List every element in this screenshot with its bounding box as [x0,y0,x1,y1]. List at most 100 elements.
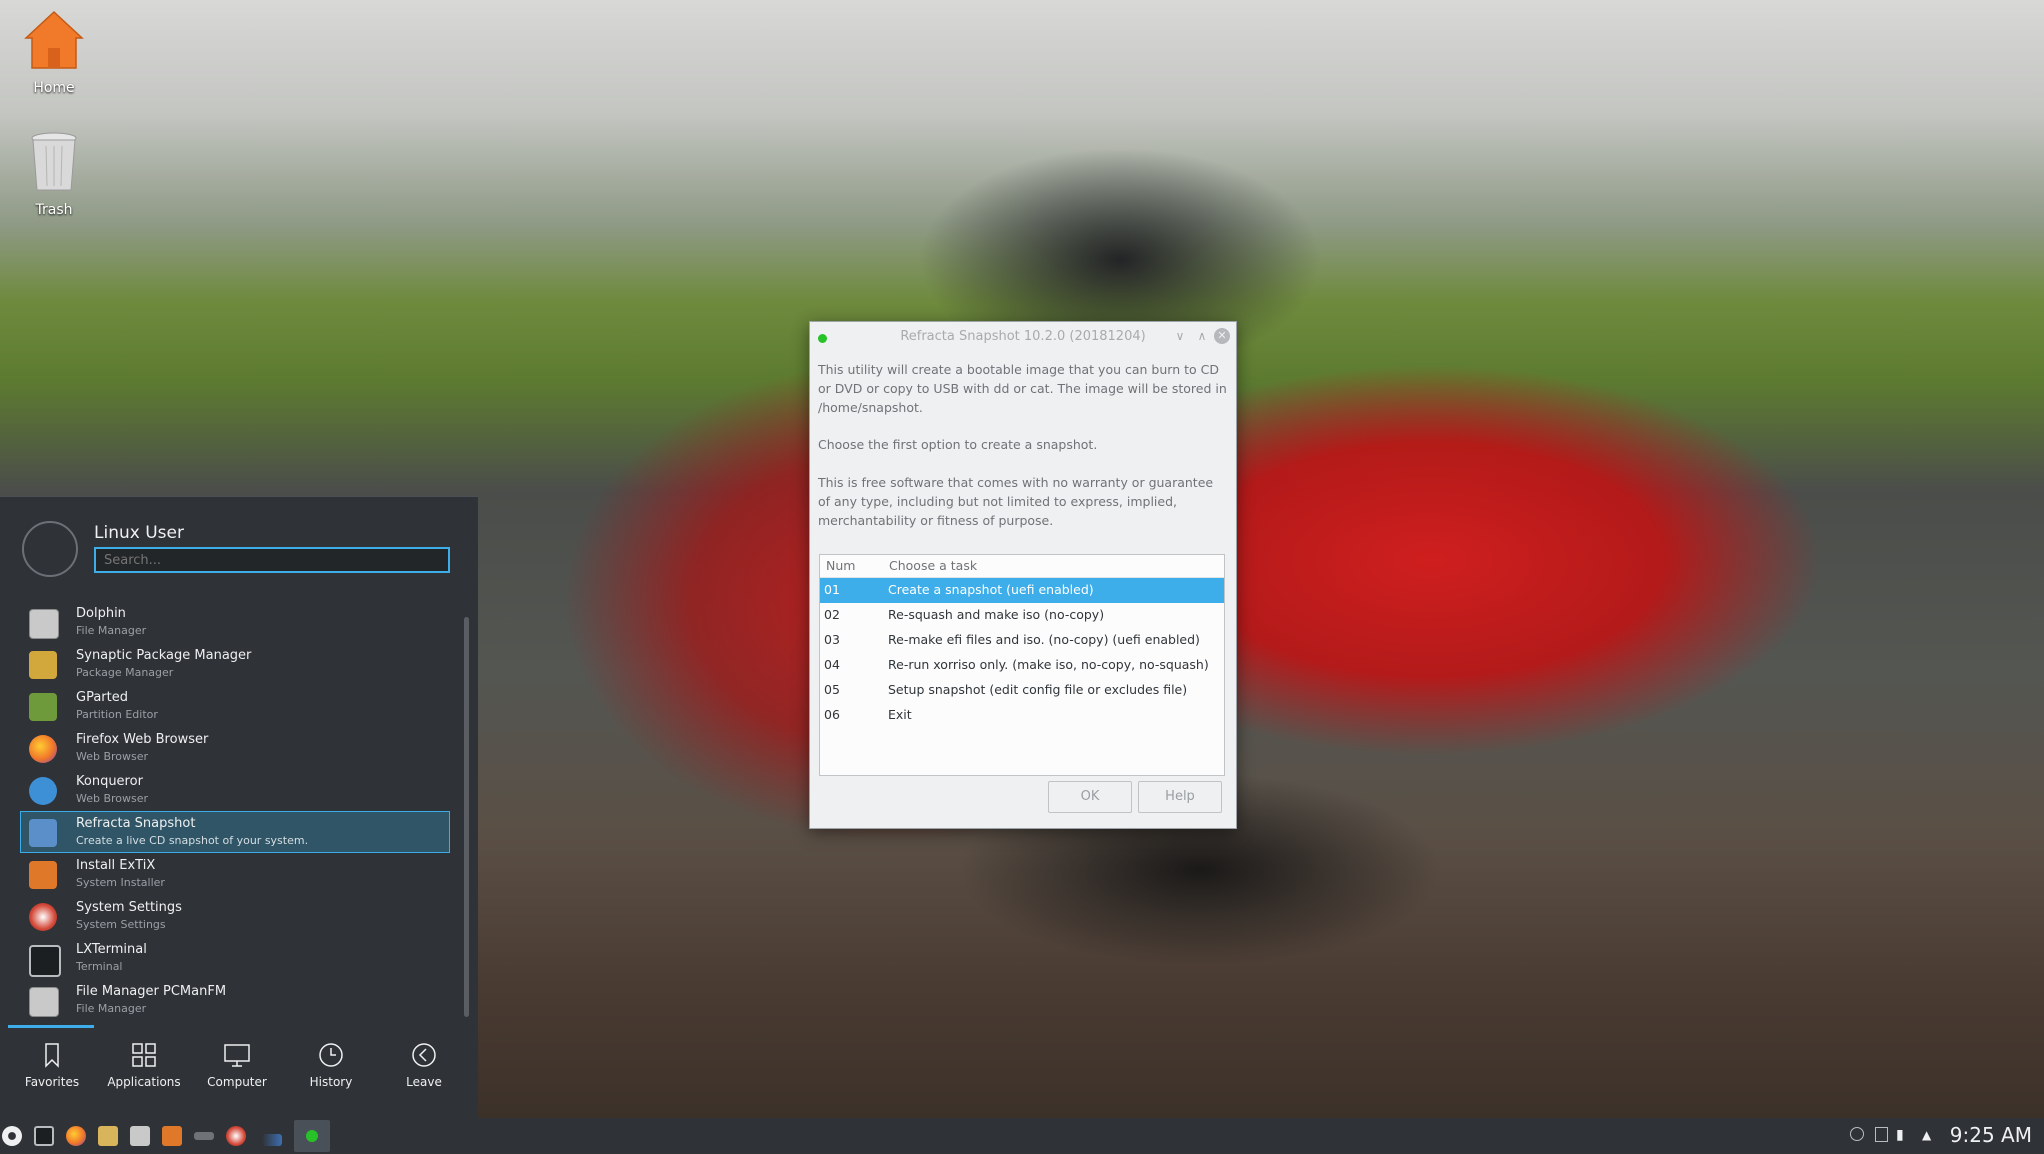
tab-applications[interactable]: Applications [98,1041,190,1089]
trash-icon [4,130,104,198]
app-item-pcmanfm[interactable]: File Manager PCManFM File Manager [20,979,450,1021]
app-item-system-settings[interactable]: System Settings System Settings [20,895,450,937]
app-item-dolphin[interactable]: Dolphin File Manager [20,601,450,643]
minimize-button[interactable]: ∨ [1172,328,1188,344]
volume-tray-icon[interactable]: ▮ [1896,1127,1912,1143]
back-arrow-icon [412,1043,436,1067]
app-item-konqueror[interactable]: Konqueror Web Browser [20,769,450,811]
app-name: System Settings [76,900,182,915]
row-task: Re-make efi files and iso. (no-copy) (ue… [888,632,1200,647]
monitor-icon [224,1044,250,1067]
synaptic-icon [29,651,57,679]
intro-text: This utility will create a bootable imag… [818,362,1227,415]
pcmanfm-icon [29,987,59,1017]
clock-icon [319,1043,343,1067]
column-header-task[interactable]: Choose a task [889,558,977,573]
row-num: 04 [824,657,840,672]
table-row[interactable]: 04 Re-run xorriso only. (make iso, no-co… [820,653,1224,678]
refracta-task-icon[interactable] [294,1120,330,1152]
table-row[interactable]: 01 Create a snapshot (uefi enabled) [820,578,1224,603]
tab-label: Applications [107,1075,181,1089]
app-name: Dolphin [76,606,126,621]
row-task: Re-squash and make iso (no-copy) [888,607,1105,622]
folder-icon[interactable] [98,1126,118,1146]
row-num: 03 [824,632,840,647]
desktop-icon-home[interactable]: Home [4,8,104,96]
app-list-scrollbar[interactable] [464,617,469,1017]
network-monitor-icon[interactable] [262,1134,282,1146]
dialog-titlebar[interactable]: Refracta Snapshot 10.2.0 (20181204) ∨ ∧ … [810,322,1236,350]
installer-icon[interactable] [162,1126,182,1146]
active-tab-indicator [8,1025,94,1028]
app-item-gparted[interactable]: GParted Partition Editor [20,685,450,727]
row-task: Re-run xorriso only. (make iso, no-copy,… [888,657,1209,672]
tab-computer[interactable]: Computer [191,1041,283,1089]
settings-icon [29,903,57,931]
row-task: Create a snapshot (uefi enabled) [888,582,1094,597]
dolphin-icon [29,609,59,639]
app-name: GParted [76,690,128,705]
app-name: Synaptic Package Manager [76,648,252,663]
license-text: This is free software that comes with no… [818,475,1214,528]
help-button[interactable]: Help [1138,781,1222,813]
refracta-snapshot-dialog: Refracta Snapshot 10.2.0 (20181204) ∨ ∧ … [809,321,1237,829]
user-tray-icon[interactable] [1850,1127,1864,1141]
taskbar: ▮ ▲ 9:25 AM [0,1118,2044,1154]
app-name: Firefox Web Browser [76,732,209,747]
table-row[interactable]: 06 Exit [820,703,1224,728]
tab-label: Computer [207,1075,267,1089]
row-task: Setup snapshot (edit config file or excl… [888,682,1188,697]
app-item-lxterminal[interactable]: LXTerminal Terminal [20,937,450,979]
app-desc: File Manager [76,1002,147,1015]
terminal-icon[interactable] [34,1126,54,1146]
app-desc: Terminal [76,960,123,973]
app-name: Konqueror [76,774,143,789]
table-row[interactable]: 02 Re-squash and make iso (no-copy) [820,603,1224,628]
row-num: 06 [824,707,840,722]
row-task: Exit [888,707,912,722]
refracta-task-dot [306,1130,318,1142]
row-num: 02 [824,607,840,622]
home-label: Home [33,80,75,96]
tab-label: Leave [406,1075,442,1089]
search-input[interactable] [94,547,450,573]
screenshot-icon[interactable] [194,1132,214,1140]
column-header-num[interactable]: Num [826,558,855,573]
table-header: Num Choose a task [820,555,1224,578]
app-desc: Package Manager [76,666,174,679]
terminal-icon [29,945,61,977]
ok-button[interactable]: OK [1048,781,1132,813]
tab-leave[interactable]: Leave [378,1041,470,1089]
app-item-firefox[interactable]: Firefox Web Browser Web Browser [20,727,450,769]
table-row[interactable]: 05 Setup snapshot (edit config file or e… [820,678,1224,703]
clock[interactable]: 9:25 AM [1950,1123,2032,1147]
bookmark-icon [45,1043,59,1068]
app-item-install-extix[interactable]: Install ExTiX System Installer [20,853,450,895]
maximize-button[interactable]: ∧ [1194,328,1210,344]
task-table: Num Choose a task 01 Create a snapshot (… [819,554,1225,776]
clipboard-tray-icon[interactable] [1875,1127,1888,1142]
table-row[interactable]: 03 Re-make efi files and iso. (no-copy) … [820,628,1224,653]
app-item-synaptic[interactable]: Synaptic Package Manager Package Manager [20,643,450,685]
refracta-icon [29,819,57,847]
firefox-icon [29,735,57,763]
launcher-menu-icon[interactable] [2,1126,22,1146]
tab-history[interactable]: History [285,1041,377,1089]
expand-tray-icon[interactable]: ▲ [1922,1127,1938,1143]
app-desc: System Installer [76,876,165,889]
firefox-icon[interactable] [66,1126,86,1146]
app-desc: System Settings [76,918,166,931]
konqueror-icon [29,777,57,805]
file-manager-icon[interactable] [130,1126,150,1146]
close-button[interactable]: ✕ [1214,328,1230,344]
avatar[interactable] [22,521,78,577]
app-name: Install ExTiX [76,858,156,873]
settings-icon[interactable] [226,1126,246,1146]
row-num: 01 [824,582,840,597]
grid-icon [132,1043,156,1067]
app-item-refracta-snapshot[interactable]: Refracta Snapshot Create a live CD snaps… [20,811,450,853]
desktop-icon-trash[interactable]: Trash [4,130,104,218]
tab-favorites[interactable]: Favorites [6,1041,98,1089]
app-desc: File Manager [76,624,147,637]
app-name: File Manager PCManFM [76,984,227,999]
